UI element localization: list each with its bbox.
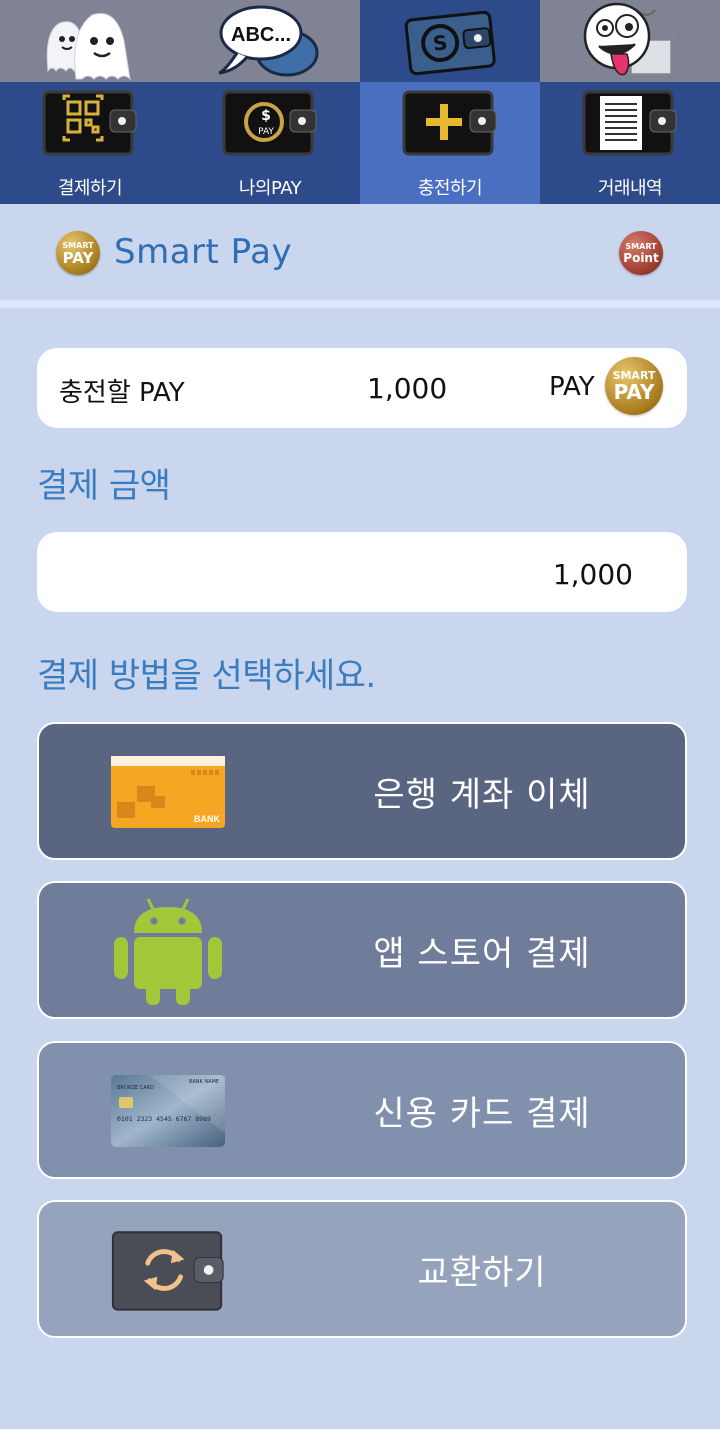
smart-point-button[interactable]: SMART Point <box>619 231 663 275</box>
coin-bottom-text: PAY <box>62 248 94 267</box>
tab-label: 결제하기 <box>57 178 123 199</box>
top-cell-wallet[interactable]: S <box>360 0 540 82</box>
smart-pay-coin-icon: SMART PAY <box>56 231 100 275</box>
credit-card-icon: BRONZE CARD BANK NAME 0101 2323 4545 676… <box>109 1063 227 1159</box>
smart-wallet-icon: S <box>404 10 496 76</box>
credit-card-payment-button[interactable]: BRONZE CARD BANK NAME 0101 2323 4545 676… <box>37 1041 687 1179</box>
ghosts-icon <box>46 13 131 81</box>
top-app-row: ABC... S <box>0 0 720 82</box>
payment-method-title: 결제 방법을 선택하세요. <box>37 656 376 696</box>
credit-card-payment-label: 신용 카드 결제 <box>373 1093 591 1134</box>
document-wallet-icon <box>582 90 677 156</box>
charge-pay-amount: 1,000 <box>367 372 448 405</box>
brand-bar <box>0 204 720 300</box>
app-store-payment-label: 앱 스토어 결제 <box>373 933 591 974</box>
charge-pay-unit: PAY <box>549 372 595 402</box>
point-top-text: SMART <box>625 241 657 251</box>
tab-charge[interactable]: 충전하기 <box>360 82 540 204</box>
android-icon <box>109 898 227 1005</box>
exchange-button[interactable]: 교환하기 <box>37 1200 687 1338</box>
pay-coin-wallet-icon: $ PAY <box>222 90 317 156</box>
tab-history[interactable]: 거래내역 <box>540 82 720 204</box>
app-store-payment-button[interactable]: 앱 스토어 결제 <box>37 881 687 1019</box>
top-cell-speech[interactable]: ABC... <box>180 0 360 82</box>
qr-wallet-icon <box>42 90 137 156</box>
svg-text:PAY: PAY <box>258 127 274 137</box>
bank-transfer-label: 은행 계좌 이체 <box>373 774 591 815</box>
svg-text:$: $ <box>261 108 271 124</box>
charge-pay-field[interactable]: 충전할 PAY 1,000 PAY SMART PAY <box>37 348 687 428</box>
card-bank-text: BANK NAME <box>189 1079 219 1085</box>
smart-pay-coin-icon: SMART PAY <box>605 357 663 415</box>
silly-face-icon <box>583 2 676 76</box>
tab-payment[interactable]: 결제하기 <box>0 82 180 204</box>
coin-bottom-text: PAY <box>613 380 655 404</box>
brand-title: Smart Pay <box>114 232 293 272</box>
tab-label: 충전하기 <box>417 178 483 199</box>
tab-label: 나의PAY <box>238 178 302 199</box>
payment-amount-value: 1,000 <box>552 558 633 591</box>
main-tab-bar: 결제하기 $ PAY 나의PAY 충전하기 거래내역 <box>0 82 720 204</box>
tab-my-pay[interactable]: $ PAY 나의PAY <box>180 82 360 204</box>
bank-card-text: BANK <box>194 814 220 824</box>
bank-card-icon: BANK <box>109 744 227 840</box>
top-cell-silly[interactable] <box>540 0 720 82</box>
svg-text:S: S <box>432 30 449 55</box>
plus-wallet-icon <box>402 90 497 156</box>
exchange-wallet-icon <box>109 1222 227 1318</box>
divider <box>0 300 720 308</box>
card-number-text: 0101 2323 4545 6767 8989 <box>117 1115 211 1123</box>
speech-bubble-icon: ABC... <box>218 5 319 77</box>
tab-label: 거래내역 <box>597 178 663 199</box>
speech-bubble-text: ABC... <box>231 24 291 46</box>
bank-transfer-button[interactable]: BANK 은행 계좌 이체 <box>37 722 687 860</box>
charge-pay-label: 충전할 PAY <box>59 378 185 408</box>
payment-amount-field: 1,000 <box>37 532 687 612</box>
exchange-label: 교환하기 <box>417 1252 547 1293</box>
card-brand-text: BRONZE CARD <box>117 1085 154 1091</box>
payment-amount-title: 결제 금액 <box>37 466 171 506</box>
top-cell-ghosts[interactable] <box>0 0 180 82</box>
point-bottom-text: Point <box>623 250 659 265</box>
